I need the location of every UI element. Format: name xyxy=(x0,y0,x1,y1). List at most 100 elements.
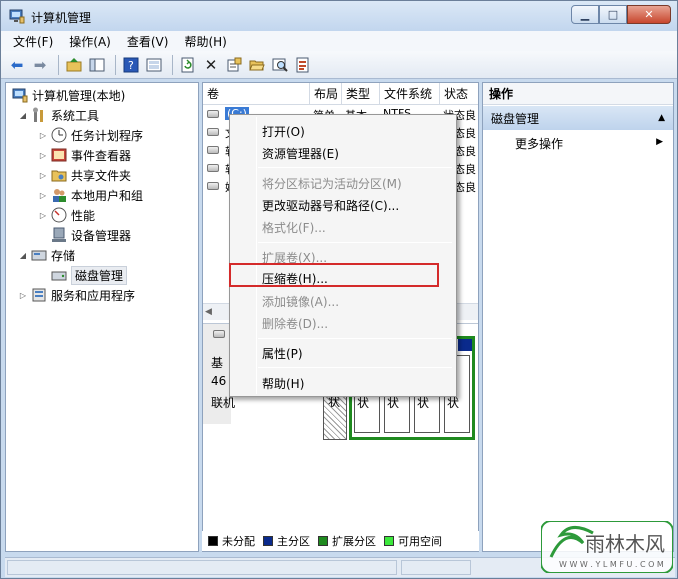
collapsed-arrow-icon[interactable]: ▷ xyxy=(38,191,48,200)
forward-icon: ➡ xyxy=(33,55,47,74)
ctx-format[interactable]: 格式化(F)... xyxy=(262,217,326,237)
tree-item-computer-management[interactable]: 计算机管理(本地) xyxy=(12,85,125,105)
legend-swatch xyxy=(318,536,328,546)
refresh-icon xyxy=(181,57,194,72)
collapse-up-icon[interactable]: ▲ xyxy=(658,113,665,123)
legend-item-unallocated: 未分配 xyxy=(208,533,255,549)
legend-item-extended: 扩展分区 xyxy=(318,533,376,549)
column-header-type[interactable]: 类型 xyxy=(342,83,380,105)
tree-item-label: 存储 xyxy=(51,248,76,263)
menu-help[interactable]: 帮助(H) xyxy=(184,33,226,50)
drive-icon xyxy=(207,110,219,118)
up-folder-button[interactable] xyxy=(64,55,84,75)
actions-section-label: 磁盘管理 xyxy=(491,111,540,126)
legend-label: 扩展分区 xyxy=(332,535,376,548)
column-header-label: 布局 xyxy=(314,87,339,101)
help-button[interactable]: ? xyxy=(121,55,141,75)
tree-item-label: 任务计划程序 xyxy=(71,128,144,143)
expanded-arrow-icon[interactable]: ◢ xyxy=(18,251,28,260)
tree-item-event-viewer[interactable]: ▷ 事件查看器 xyxy=(38,145,131,165)
drive-icon xyxy=(207,146,219,154)
tree-item-label: 服务和应用程序 xyxy=(51,288,136,303)
tree-item-storage[interactable]: ◢ 存储 xyxy=(18,245,75,265)
refresh-button[interactable] xyxy=(178,55,198,75)
tree-item-local-users[interactable]: ▷ 本地用户和组 xyxy=(38,185,143,205)
tree-item-services-apps[interactable]: ▷ 服务和应用程序 xyxy=(18,285,135,305)
disk-icon xyxy=(213,330,225,338)
column-header-filesystem[interactable]: 文件系统 xyxy=(380,83,440,105)
back-button[interactable]: ⬅ xyxy=(7,55,27,75)
ylmf-watermark-logo: 雨林木风 W W W . Y L M F U . C O M xyxy=(541,521,673,573)
svg-text:雨林木风: 雨林木风 xyxy=(585,532,665,556)
column-header-label: 卷 xyxy=(207,87,220,101)
console-button[interactable] xyxy=(144,55,164,75)
scroll-left-icon[interactable]: ◀ xyxy=(205,307,212,317)
column-header-status[interactable]: 状态 xyxy=(440,83,478,105)
close-button[interactable]: ✕ xyxy=(627,5,671,24)
submenu-arrow-icon: ▶ xyxy=(656,137,663,147)
ctx-mark-active[interactable]: 将分区标记为活动分区(M) xyxy=(262,173,402,193)
collapsed-arrow-icon[interactable]: ▷ xyxy=(18,291,28,300)
tree-item-shared-folders[interactable]: ▷ 共享文件夹 xyxy=(38,165,131,185)
ctx-change-letter[interactable]: 更改驱动器号和路径(C)... xyxy=(262,195,399,215)
window-title: 计算机管理 xyxy=(31,11,92,25)
disk-label-line: 46 xyxy=(211,374,227,388)
menu-view[interactable]: 查看(V) xyxy=(127,33,169,50)
disk-management-icon xyxy=(51,271,67,281)
drive-icon xyxy=(207,128,219,136)
legend-swatch xyxy=(263,536,273,546)
ctx-explorer[interactable]: 资源管理器(E) xyxy=(262,143,339,163)
search-icon xyxy=(272,58,288,72)
column-header-volume[interactable]: 卷 xyxy=(203,83,310,105)
back-icon: ⬅ xyxy=(10,55,24,74)
ctx-delete[interactable]: 删除卷(D)... xyxy=(262,313,328,333)
tree-item-system-tools[interactable]: ◢ 系统工具 xyxy=(18,105,99,125)
collapsed-arrow-icon[interactable]: ▷ xyxy=(38,171,48,180)
tree-item-task-scheduler[interactable]: ▷ 任务计划程序 xyxy=(38,125,143,145)
title-bar[interactable]: 计算机管理 ▁ □ ✕ xyxy=(1,1,677,31)
status-segment xyxy=(7,560,397,575)
tree-item-device-manager[interactable]: 设备管理器 xyxy=(51,225,131,245)
legend-swatch xyxy=(208,536,218,546)
menu-action[interactable]: 操作(A) xyxy=(69,33,111,50)
column-header-label: 类型 xyxy=(346,87,371,101)
column-header-layout[interactable]: 布局 xyxy=(310,83,342,105)
column-header-label: 状态 xyxy=(444,87,469,101)
collapsed-arrow-icon[interactable]: ▷ xyxy=(38,211,48,220)
forward-button[interactable]: ➡ xyxy=(30,55,50,75)
show-tree-icon xyxy=(89,58,105,71)
svg-text:?: ? xyxy=(128,59,134,72)
tree-item-label: 设备管理器 xyxy=(71,228,132,243)
show-tree-button[interactable] xyxy=(87,55,107,75)
status-segment xyxy=(401,560,471,575)
delete-button[interactable]: ✕ xyxy=(201,55,221,75)
ctx-properties[interactable]: 属性(P) xyxy=(262,343,303,363)
properties-button[interactable] xyxy=(224,55,244,75)
actions-section-disk-management[interactable]: 磁盘管理 ▲ xyxy=(483,106,673,130)
open-button[interactable] xyxy=(247,55,267,75)
ctx-help[interactable]: 帮助(H) xyxy=(262,373,304,393)
shared-folders-icon xyxy=(51,170,67,182)
tree-item-label: 本地用户和组 xyxy=(71,188,144,203)
legend-label: 可用空间 xyxy=(398,535,442,548)
ctx-open[interactable]: 打开(O) xyxy=(262,121,305,141)
menu-file[interactable]: 文件(F) xyxy=(13,33,53,50)
drive-icon xyxy=(207,182,219,190)
tree-item-label: 磁盘管理 xyxy=(71,265,128,285)
ctx-add-mirror[interactable]: 添加镜像(A)... xyxy=(262,291,339,311)
collapsed-arrow-icon[interactable]: ▷ xyxy=(38,131,48,140)
tree-item-disk-management[interactable]: 磁盘管理 xyxy=(51,265,128,285)
local-users-icon xyxy=(53,189,66,202)
tree-item-performance[interactable]: ▷ 性能 xyxy=(38,205,95,225)
export-button[interactable] xyxy=(293,55,313,75)
search-button[interactable] xyxy=(270,55,290,75)
maximize-button[interactable]: □ xyxy=(599,5,627,24)
context-menu: 打开(O) 资源管理器(E) 将分区标记为活动分区(M) 更改驱动器号和路径(C… xyxy=(229,114,457,397)
expanded-arrow-icon[interactable]: ◢ xyxy=(18,111,28,120)
collapsed-arrow-icon[interactable]: ▷ xyxy=(38,151,48,160)
tree-item-label: 事件查看器 xyxy=(71,148,132,163)
minimize-button[interactable]: ▁ xyxy=(571,5,599,24)
more-actions-link[interactable]: 更多操作 xyxy=(515,133,563,153)
task-scheduler-icon xyxy=(51,127,67,143)
tree-item-label: 计算机管理(本地) xyxy=(32,88,126,103)
